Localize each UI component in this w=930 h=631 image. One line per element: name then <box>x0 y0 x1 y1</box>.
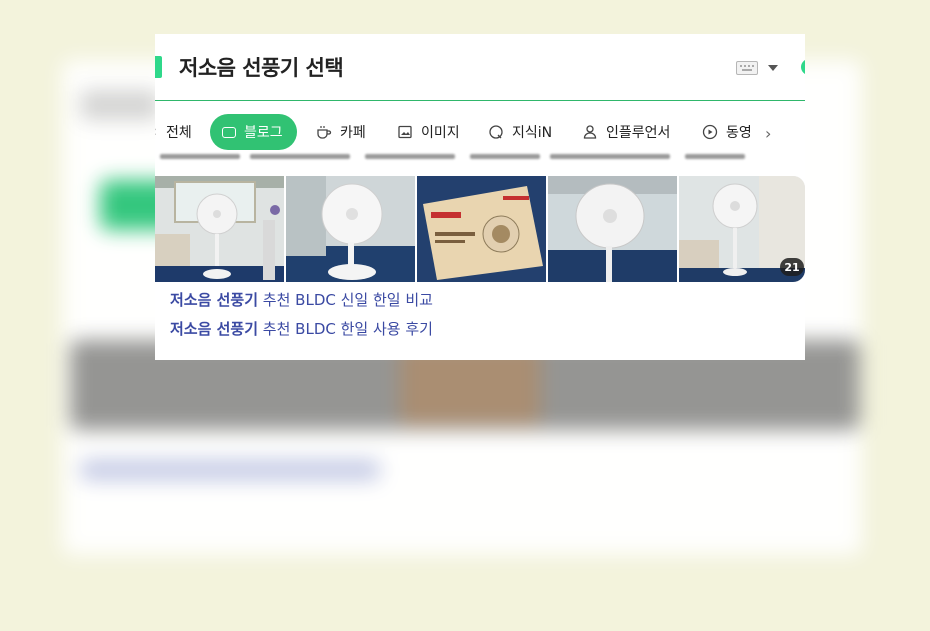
search-tabs: ‹ 전체 블로그 카페 이미지 지식iN <box>155 114 805 150</box>
tab-label: 인플루언서 <box>606 125 671 141</box>
chevron-right-icon[interactable]: › <box>765 124 771 143</box>
link-text: 추천 BLDC 신일 한일 비교 <box>258 291 433 309</box>
thumbnail-strip: 21 <box>155 176 805 282</box>
result-link[interactable]: 저소음 선풍기 추천 BLDC 한일 사용 후기 <box>170 320 433 339</box>
dropdown-caret-icon[interactable] <box>768 65 778 71</box>
panel-header: 저소음 선풍기 선택 <box>155 34 805 101</box>
background-text-line <box>80 90 160 120</box>
tab-all[interactable]: ‹ 전체 <box>155 114 192 150</box>
tab-label: 지식iN <box>512 125 553 141</box>
search-title: 저소음 선풍기 선택 <box>179 56 344 80</box>
thumbnail-image[interactable] <box>417 176 546 282</box>
tab-label: 동영 <box>726 125 752 141</box>
question-icon <box>488 124 504 140</box>
tab-cafe[interactable]: 카페 <box>316 114 366 150</box>
result-link[interactable]: 저소음 선풍기 추천 BLDC 신일 한일 비교 <box>170 291 433 310</box>
chevron-left-icon: ‹ <box>155 114 157 150</box>
link-highlight: 저소음 선풍기 <box>170 320 259 338</box>
thumbnail-image[interactable]: 21 <box>679 176 805 282</box>
blog-icon <box>222 126 236 138</box>
tab-label: 카페 <box>340 125 366 141</box>
keyboard-icon[interactable] <box>736 61 758 75</box>
accent-bar <box>155 56 162 78</box>
cafe-icon <box>316 124 332 140</box>
link-highlight: 저소음 선풍기 <box>170 291 259 309</box>
play-icon <box>702 124 718 140</box>
tab-knowledge[interactable]: 지식iN <box>488 114 552 150</box>
thumbnail-image[interactable] <box>155 176 284 282</box>
tab-blog[interactable]: 블로그 <box>210 114 297 150</box>
thumbnail-image[interactable] <box>286 176 415 282</box>
image-icon <box>397 124 413 140</box>
tab-influencer[interactable]: 인플루언서 <box>582 114 670 150</box>
tab-label: 블로그 <box>244 125 283 141</box>
green-search-icon[interactable] <box>801 59 805 75</box>
thumbnail-image[interactable] <box>548 176 677 282</box>
tab-label: 전체 <box>166 125 192 141</box>
tab-video[interactable]: 동영 <box>702 114 752 150</box>
search-result-panel: 저소음 선풍기 선택 ‹ 전체 블로그 카페 이미지 <box>155 34 805 360</box>
clipped-text-line <box>155 152 805 162</box>
tab-label: 이미지 <box>421 125 460 141</box>
person-icon <box>582 124 598 140</box>
image-count-badge: 21 <box>780 258 804 276</box>
link-text: 추천 BLDC 한일 사용 후기 <box>258 320 433 338</box>
tab-images[interactable]: 이미지 <box>397 114 460 150</box>
result-links: 저소음 선풍기 추천 BLDC 신일 한일 비교 저소음 선풍기 추천 BLDC… <box>170 291 433 349</box>
background-text-line <box>80 460 380 480</box>
